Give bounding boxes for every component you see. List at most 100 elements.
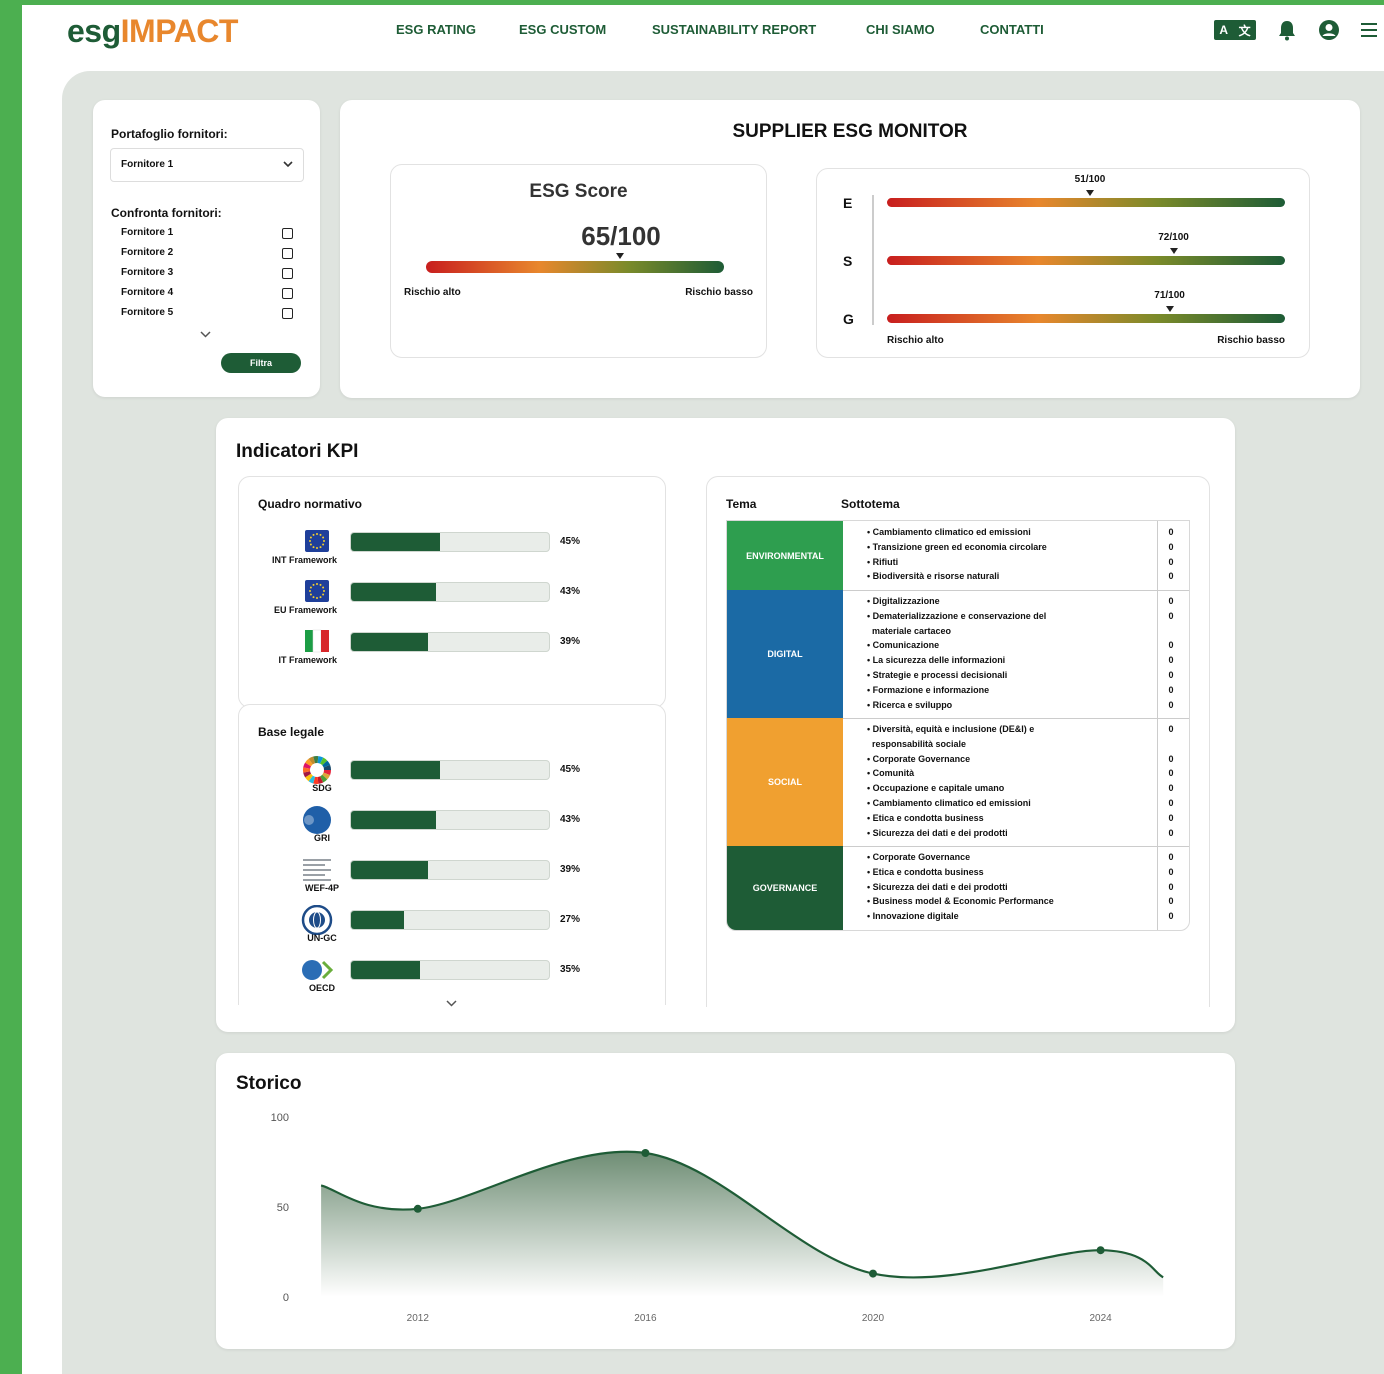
- subtheme-value: 0: [1168, 852, 1174, 862]
- kpi-framework-label: UN-GC: [307, 933, 337, 943]
- theme-divider: [843, 846, 1189, 847]
- supplier-checkbox[interactable]: [282, 268, 293, 279]
- theme-table-box: Tema Sottotema ENVIRONMENTAL • Cambiament…: [706, 476, 1210, 1007]
- supplier-label: Fornitore 2: [121, 247, 174, 258]
- subtheme-value: 0: [1168, 541, 1174, 552]
- gri-logo-icon: [295, 805, 335, 835]
- nav-esg-custom[interactable]: ESG CUSTOM: [519, 22, 606, 37]
- supplier-checkbox[interactable]: [282, 248, 293, 259]
- history-card: Storico 100 50 0 2012 2016 2020 2024: [216, 1053, 1235, 1349]
- pillar-letter: G: [843, 311, 854, 327]
- normative-title: Quadro normativo: [258, 497, 363, 511]
- nav-esg-rating[interactable]: ESG RATING: [396, 22, 476, 37]
- subtheme-value: 0: [1168, 896, 1174, 907]
- menu-icon[interactable]: [1360, 22, 1378, 38]
- pillar-value: 71/100: [1154, 290, 1185, 301]
- history-point[interactable]: [869, 1269, 877, 1278]
- score-marker: [615, 253, 624, 259]
- subtheme-value: 0: [1168, 684, 1174, 695]
- nav-sustainability-report[interactable]: SUSTAINABILITY REPORT: [652, 22, 816, 37]
- subtheme-item: • Ricerca e sviluppo: [867, 699, 953, 710]
- compare-label: Confronta fornitori:: [111, 206, 222, 220]
- subtheme-item: • Occupazione e capitale umano: [867, 783, 1005, 794]
- subtheme-item: • Digitalizzazione: [867, 596, 940, 606]
- kpi-bar-fill: [351, 961, 421, 979]
- kpi-framework-label: WEF-4P: [304, 883, 339, 893]
- subtheme-item: • La sicurezza delle informazioni: [867, 655, 1006, 666]
- pillar-letter: S: [843, 253, 853, 269]
- subtheme-item: • Business model & Economic Performance: [867, 896, 1054, 907]
- subtheme-value: [1165, 737, 1177, 752]
- subtheme-list: • Cambiamento climatico ed emissioni • Tr…: [857, 525, 1167, 584]
- subtheme-value: 0: [1168, 655, 1174, 666]
- kpi-bar-fill: [351, 861, 429, 879]
- kpi-bar-fill: [351, 811, 437, 829]
- y-tick-label: 100: [271, 1112, 289, 1124]
- subtheme-value: 0: [1168, 669, 1174, 680]
- bell-icon[interactable]: [1277, 19, 1297, 41]
- oecd-logo-icon: [295, 955, 335, 985]
- kpi-bar-fill: [351, 911, 405, 929]
- history-chart: 100 50 0 2012 2016 2020 2024: [271, 1112, 1164, 1324]
- logo-impact: IMPACT: [120, 13, 239, 49]
- subtheme-value: 0: [1168, 640, 1174, 651]
- subtheme-item: • Cambiamento climatico ed emissioni: [867, 797, 1031, 808]
- x-tick-label: 2012: [407, 1313, 430, 1324]
- expand-kpi-chevron-icon[interactable]: [446, 1000, 457, 1007]
- esg-score-value: 65/100: [581, 221, 661, 251]
- zero-column-divider: [1157, 846, 1158, 930]
- subtheme-item: • Comunità: [867, 768, 915, 779]
- nav-contatti[interactable]: CONTATTI: [980, 22, 1044, 37]
- zero-column-divider: [1157, 718, 1158, 846]
- pillar-marker: [1169, 248, 1178, 254]
- subtheme-item: • Diversità, equità e inclusione (DE&I) …: [867, 724, 1035, 734]
- subtheme-value: 0: [1168, 753, 1174, 764]
- kpi-framework-label: GRI: [313, 833, 330, 843]
- logo[interactable]: esgIMPACT: [67, 13, 238, 50]
- top-navbar: esgIMPACT ESG RATING ESG CUSTOM SUSTAINA…: [22, 5, 1384, 65]
- kpi-framework-label: SDG: [312, 783, 332, 793]
- risk-low-label: Rischio basso: [685, 287, 753, 298]
- subtheme-value: 0: [1168, 699, 1174, 710]
- subtheme-item: • Corporate Governance: [867, 753, 971, 764]
- history-point[interactable]: [641, 1149, 650, 1157]
- history-point[interactable]: [1096, 1246, 1105, 1255]
- supplier-select[interactable]: Fornitore 1: [110, 148, 304, 182]
- subtheme-item: • Formazione e informazione: [867, 684, 990, 695]
- subtheme-value: 0: [1168, 571, 1174, 582]
- kpi-card: Indicatori KPI Quadro normativo INT Fram…: [216, 418, 1235, 1032]
- filter-card: Portafoglio fornitori: Fornitore 1 Confr…: [93, 100, 320, 397]
- expand-list-chevron-icon[interactable]: [200, 331, 211, 338]
- supplier-checkbox[interactable]: [282, 288, 293, 299]
- user-icon[interactable]: [1318, 19, 1340, 41]
- zero-column-divider: [1157, 521, 1158, 590]
- kpi-bar: [350, 910, 550, 930]
- pillars-risk-high-label: Rischio alto: [887, 335, 944, 346]
- pillar-value: 72/100: [1158, 232, 1189, 243]
- nav-chi-siamo[interactable]: CHI SIAMO: [866, 22, 935, 37]
- history-point[interactable]: [413, 1204, 422, 1213]
- kpi-percentage: 39%: [560, 864, 581, 875]
- subtheme-value: 0: [1168, 556, 1174, 567]
- subtheme-values: 0 0 0 0 0 0 0: [1165, 722, 1177, 840]
- pillars-axis: [872, 195, 874, 325]
- subtheme-item: • Sicurezza dei dati e dei prodotti: [867, 881, 1008, 892]
- translate-icon[interactable]: A 文: [1214, 20, 1256, 40]
- pillar-bar: [887, 256, 1285, 265]
- subtheme-item: • Corporate Governance: [867, 852, 971, 862]
- supplier-label: Fornitore 3: [121, 267, 174, 278]
- subtheme-item: • Etica e condotta business: [867, 812, 984, 823]
- supplier-label: Fornitore 4: [121, 287, 174, 298]
- theme-table: ENVIRONMENTAL • Cambiamento climatico ed …: [726, 520, 1190, 931]
- filter-button[interactable]: Filtra: [221, 353, 301, 373]
- pillar-letter: E: [843, 195, 853, 211]
- eu-flag-icon: [295, 577, 335, 607]
- supplier-checkbox[interactable]: [282, 308, 293, 319]
- supplier-label: Fornitore 1: [121, 227, 174, 238]
- pillar-marker: [1085, 190, 1094, 196]
- pillars-risk-low-label: Rischio basso: [1217, 335, 1285, 346]
- kpi-bar-fill: [351, 761, 441, 779]
- int-framework-flag-icon: [295, 527, 335, 557]
- supplier-checkbox[interactable]: [282, 228, 293, 239]
- normative-framework-box: Quadro normativo INT Framework 45% EU Fram…: [238, 476, 666, 708]
